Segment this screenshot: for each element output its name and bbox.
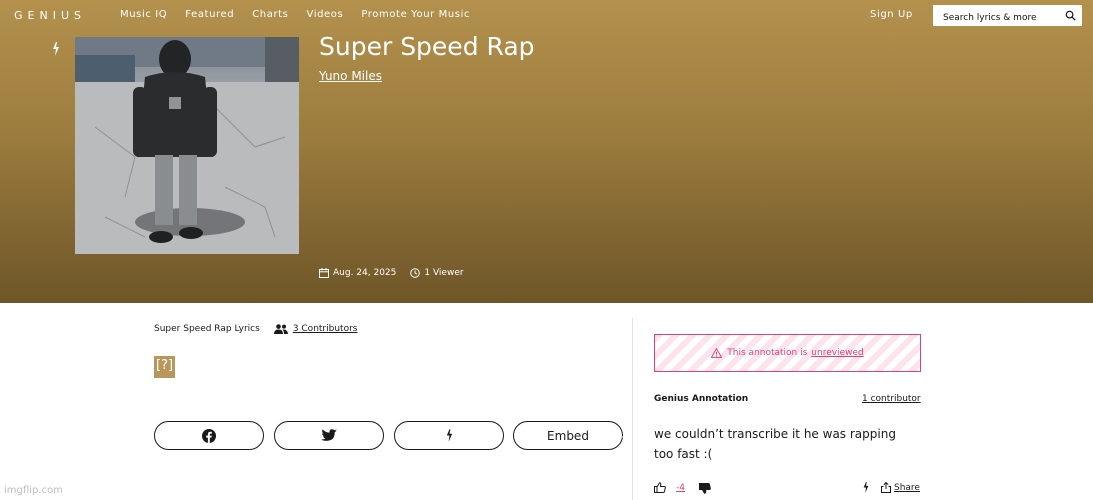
share-label: Share [894, 482, 920, 493]
embed-button-label: Embed [547, 428, 589, 443]
column-divider [632, 318, 633, 500]
annotation-share-button[interactable]: Share [881, 482, 920, 493]
sign-up-link[interactable]: Sign Up [870, 9, 913, 20]
search-box [933, 5, 1082, 29]
song-meta: Aug. 24, 2025 1 Viewer [319, 268, 464, 278]
share-icon [881, 482, 891, 493]
song-header: GENIUS Music IQ Featured Charts Videos P… [0, 0, 1093, 303]
facebook-icon [202, 428, 216, 443]
genius-logo[interactable]: GENIUS [14, 9, 86, 22]
unreviewed-banner-text: This annotation is [727, 348, 808, 358]
annotation-label: Genius Annotation [654, 394, 749, 404]
bolt-icon[interactable] [862, 482, 870, 493]
song-title: Super Speed Rap [319, 32, 535, 61]
lyrics-header: Super Speed Rap Lyrics 3 Contributors [154, 324, 357, 334]
thumbs-down-icon[interactable] [699, 483, 711, 494]
album-cover-art [75, 37, 299, 254]
viewer-count: 1 Viewer [410, 268, 464, 278]
unreviewed-link[interactable]: unreviewed [811, 348, 863, 358]
viewer-count-label: 1 Viewer [424, 268, 464, 278]
calendar-icon [319, 268, 329, 278]
vote-score: -4 [676, 483, 685, 493]
embed-button[interactable]: Embed [513, 421, 623, 450]
annotation-contributors[interactable]: 1 contributor [862, 394, 921, 404]
nav-promote-your-music[interactable]: Promote Your Music [361, 9, 470, 20]
annotation-footer: -4 Share [654, 482, 921, 496]
annotation-pointer [622, 427, 632, 447]
artist-link[interactable]: Yuno Miles [319, 69, 382, 83]
release-date: Aug. 24, 2025 [333, 268, 397, 278]
nav-featured[interactable]: Featured [185, 9, 234, 20]
lyric-annotation-highlight[interactable]: [?] [154, 356, 176, 378]
imgflip-watermark: imgflip.com [4, 485, 63, 496]
genius-share-button[interactable] [394, 421, 504, 450]
search-input[interactable] [933, 7, 1058, 29]
cover-photo [75, 37, 299, 254]
twitter-icon [321, 429, 337, 441]
warning-icon [711, 348, 723, 358]
top-navigation-bar: GENIUS Music IQ Featured Charts Videos P… [0, 0, 1093, 32]
lyrics-heading: Super Speed Rap Lyrics [154, 324, 260, 334]
twitter-share-button[interactable] [274, 421, 384, 450]
search-icon[interactable] [1065, 10, 1076, 21]
annotation-body: we couldn’t transcribe it he was rapping… [654, 427, 896, 461]
lyrics-contributors-label: 3 Contributors [292, 324, 358, 334]
nav-videos[interactable]: Videos [307, 9, 344, 20]
clock-icon [410, 268, 421, 278]
nav-charts[interactable]: Charts [252, 9, 288, 20]
unreviewed-banner: This annotation is unreviewed [654, 334, 921, 372]
main-nav: Music IQ Featured Charts Videos Promote … [120, 9, 488, 20]
thumbs-up-icon[interactable] [654, 482, 666, 493]
bolt-icon [446, 429, 452, 442]
lyrics-contributors[interactable]: 3 Contributors [273, 324, 358, 334]
people-icon [273, 324, 288, 334]
bolt-icon[interactable] [51, 42, 61, 56]
nav-music-iq[interactable]: Music IQ [120, 9, 167, 20]
facebook-share-button[interactable] [154, 421, 264, 450]
